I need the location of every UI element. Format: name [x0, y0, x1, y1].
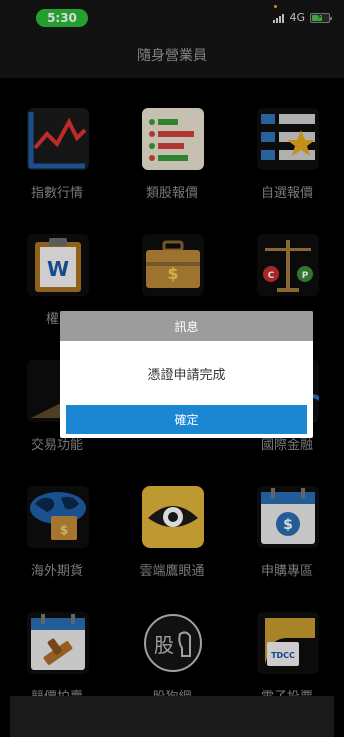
dialog-message-text: 憑證申請完成: [147, 367, 226, 383]
dialog-title: 訊息: [60, 311, 313, 341]
confirm-button[interactable]: 確定: [66, 405, 307, 434]
dialog-message: 憑證申請完成: [60, 341, 313, 405]
dialog-title-text: 訊息: [174, 319, 199, 334]
message-dialog: 訊息 憑證申請完成 確定: [60, 311, 313, 438]
confirm-button-label: 確定: [174, 413, 199, 427]
